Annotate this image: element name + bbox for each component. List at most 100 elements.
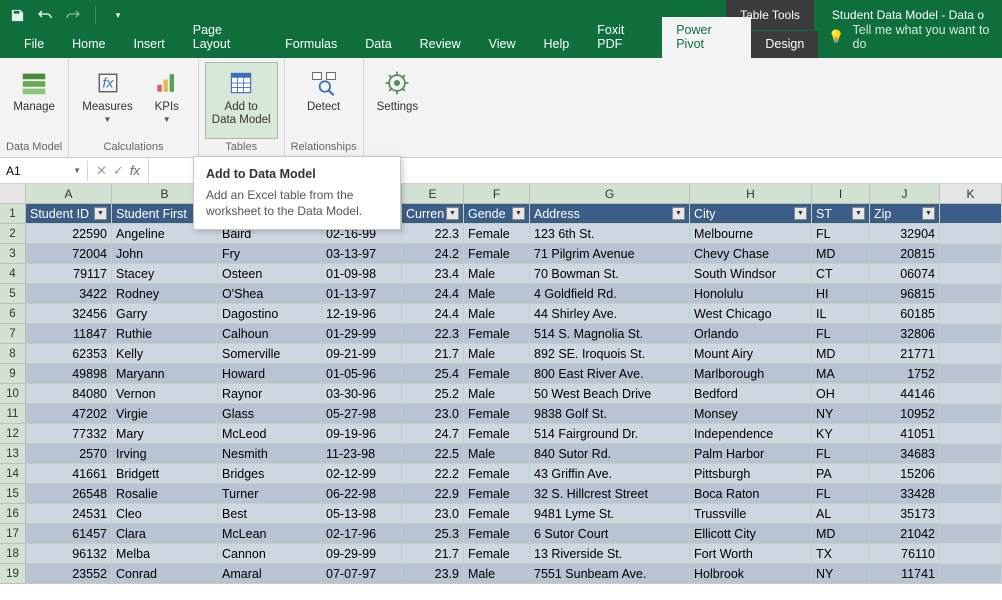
cell[interactable]: 514 S. Magnolia St. <box>530 324 690 344</box>
detect-button[interactable]: Detect <box>299 62 349 139</box>
cell[interactable]: 26548 <box>26 484 112 504</box>
cell[interactable]: 22.3 <box>402 324 464 344</box>
filter-dropdown-icon[interactable]: ▼ <box>446 207 459 220</box>
cell[interactable] <box>940 484 1002 504</box>
cell[interactable]: Somerville <box>218 344 322 364</box>
cell[interactable]: AL <box>812 504 870 524</box>
cell[interactable]: O'Shea <box>218 284 322 304</box>
cell[interactable]: South Windsor <box>690 264 812 284</box>
cell[interactable]: West Chicago <box>690 304 812 324</box>
row-header[interactable]: 17 <box>0 524 26 544</box>
column-header[interactable]: E <box>402 184 464 204</box>
cell[interactable]: 03-30-96 <box>322 384 402 404</box>
column-header[interactable]: I <box>812 184 870 204</box>
cell[interactable]: 47202 <box>26 404 112 424</box>
cell[interactable]: 01-13-97 <box>322 284 402 304</box>
cell[interactable]: Howard <box>218 364 322 384</box>
cell[interactable]: Virgie <box>112 404 218 424</box>
cell[interactable]: CT <box>812 264 870 284</box>
cell[interactable]: Male <box>464 564 530 584</box>
cell[interactable]: 25.2 <box>402 384 464 404</box>
cell[interactable]: Fry <box>218 244 322 264</box>
cell[interactable]: Bridgett <box>112 464 218 484</box>
cell[interactable] <box>940 544 1002 564</box>
row-header[interactable]: 8 <box>0 344 26 364</box>
cell[interactable]: 21042 <box>870 524 940 544</box>
cell[interactable]: 61457 <box>26 524 112 544</box>
cell[interactable]: NY <box>812 564 870 584</box>
cell[interactable]: 514 Fairground Dr. <box>530 424 690 444</box>
cell[interactable]: 32456 <box>26 304 112 324</box>
cell[interactable]: Melbourne <box>690 224 812 244</box>
cell[interactable]: Independence <box>690 424 812 444</box>
cell[interactable]: 96815 <box>870 284 940 304</box>
cell[interactable]: 09-19-96 <box>322 424 402 444</box>
row-header[interactable]: 16 <box>0 504 26 524</box>
cell[interactable]: Glass <box>218 404 322 424</box>
cell[interactable]: Mount Airy <box>690 344 812 364</box>
cell[interactable]: 800 East River Ave. <box>530 364 690 384</box>
cell[interactable]: Pittsburgh <box>690 464 812 484</box>
cell[interactable]: MD <box>812 524 870 544</box>
filter-dropdown-icon[interactable]: ▼ <box>512 207 525 220</box>
cell[interactable]: 22.5 <box>402 444 464 464</box>
cell[interactable]: 12-19-96 <box>322 304 402 324</box>
cell[interactable]: 32 S. Hillcrest Street <box>530 484 690 504</box>
chevron-down-icon[interactable]: ▼ <box>73 166 81 175</box>
cell[interactable]: 21.7 <box>402 544 464 564</box>
cell[interactable]: 70 Bowman St. <box>530 264 690 284</box>
cell[interactable]: Male <box>464 284 530 304</box>
cell[interactable] <box>940 244 1002 264</box>
cell[interactable]: Female <box>464 504 530 524</box>
cell[interactable]: 06-22-98 <box>322 484 402 504</box>
row-header[interactable]: 11 <box>0 404 26 424</box>
column-header[interactable]: K <box>940 184 1002 204</box>
cell[interactable] <box>940 444 1002 464</box>
cell[interactable]: FL <box>812 324 870 344</box>
filter-dropdown-icon[interactable]: ▼ <box>672 207 685 220</box>
tab-view[interactable]: View <box>475 31 530 58</box>
filter-dropdown-icon[interactable]: ▼ <box>94 207 107 220</box>
cell[interactable]: 06074 <box>870 264 940 284</box>
cell[interactable] <box>940 464 1002 484</box>
tab-home[interactable]: Home <box>58 31 119 58</box>
cell[interactable]: 62353 <box>26 344 112 364</box>
cell[interactable]: 32806 <box>870 324 940 344</box>
measures-button[interactable]: fx Measures ▼ <box>75 62 140 139</box>
cell[interactable]: 01-05-96 <box>322 364 402 384</box>
cell[interactable]: 23.9 <box>402 564 464 584</box>
cell[interactable]: 1752 <box>870 364 940 384</box>
cell[interactable]: Female <box>464 424 530 444</box>
cell[interactable]: 09-29-99 <box>322 544 402 564</box>
cell[interactable]: 44146 <box>870 384 940 404</box>
row-header[interactable]: 12 <box>0 424 26 444</box>
filter-dropdown-icon[interactable]: ▼ <box>852 207 865 220</box>
cell[interactable]: Melba <box>112 544 218 564</box>
cell[interactable]: Marlborough <box>690 364 812 384</box>
cell[interactable]: 60185 <box>870 304 940 324</box>
tab-insert[interactable]: Insert <box>120 31 179 58</box>
column-header[interactable]: F <box>464 184 530 204</box>
cell[interactable]: 50 West Beach Drive <box>530 384 690 404</box>
tab-review[interactable]: Review <box>406 31 475 58</box>
cell[interactable]: Female <box>464 484 530 504</box>
cell[interactable]: 02-12-99 <box>322 464 402 484</box>
row-header[interactable]: 18 <box>0 544 26 564</box>
cell[interactable]: Rosalie <box>112 484 218 504</box>
table-header-cell[interactable]: City▼ <box>690 204 812 224</box>
manage-button[interactable]: Manage <box>6 62 62 139</box>
cell[interactable]: 71 Pilgrim Avenue <box>530 244 690 264</box>
tab-data[interactable]: Data <box>351 31 405 58</box>
row-header[interactable]: 6 <box>0 304 26 324</box>
cell[interactable]: 44 Shirley Ave. <box>530 304 690 324</box>
cell[interactable]: 24.4 <box>402 304 464 324</box>
row-header[interactable]: 15 <box>0 484 26 504</box>
cell[interactable]: OH <box>812 384 870 404</box>
tab-page-layout[interactable]: Page Layout <box>179 17 271 58</box>
row-header[interactable]: 5 <box>0 284 26 304</box>
cell[interactable]: 24.2 <box>402 244 464 264</box>
cell[interactable]: Bridges <box>218 464 322 484</box>
cell[interactable]: Best <box>218 504 322 524</box>
cell[interactable]: Male <box>464 444 530 464</box>
cell[interactable]: Female <box>464 544 530 564</box>
